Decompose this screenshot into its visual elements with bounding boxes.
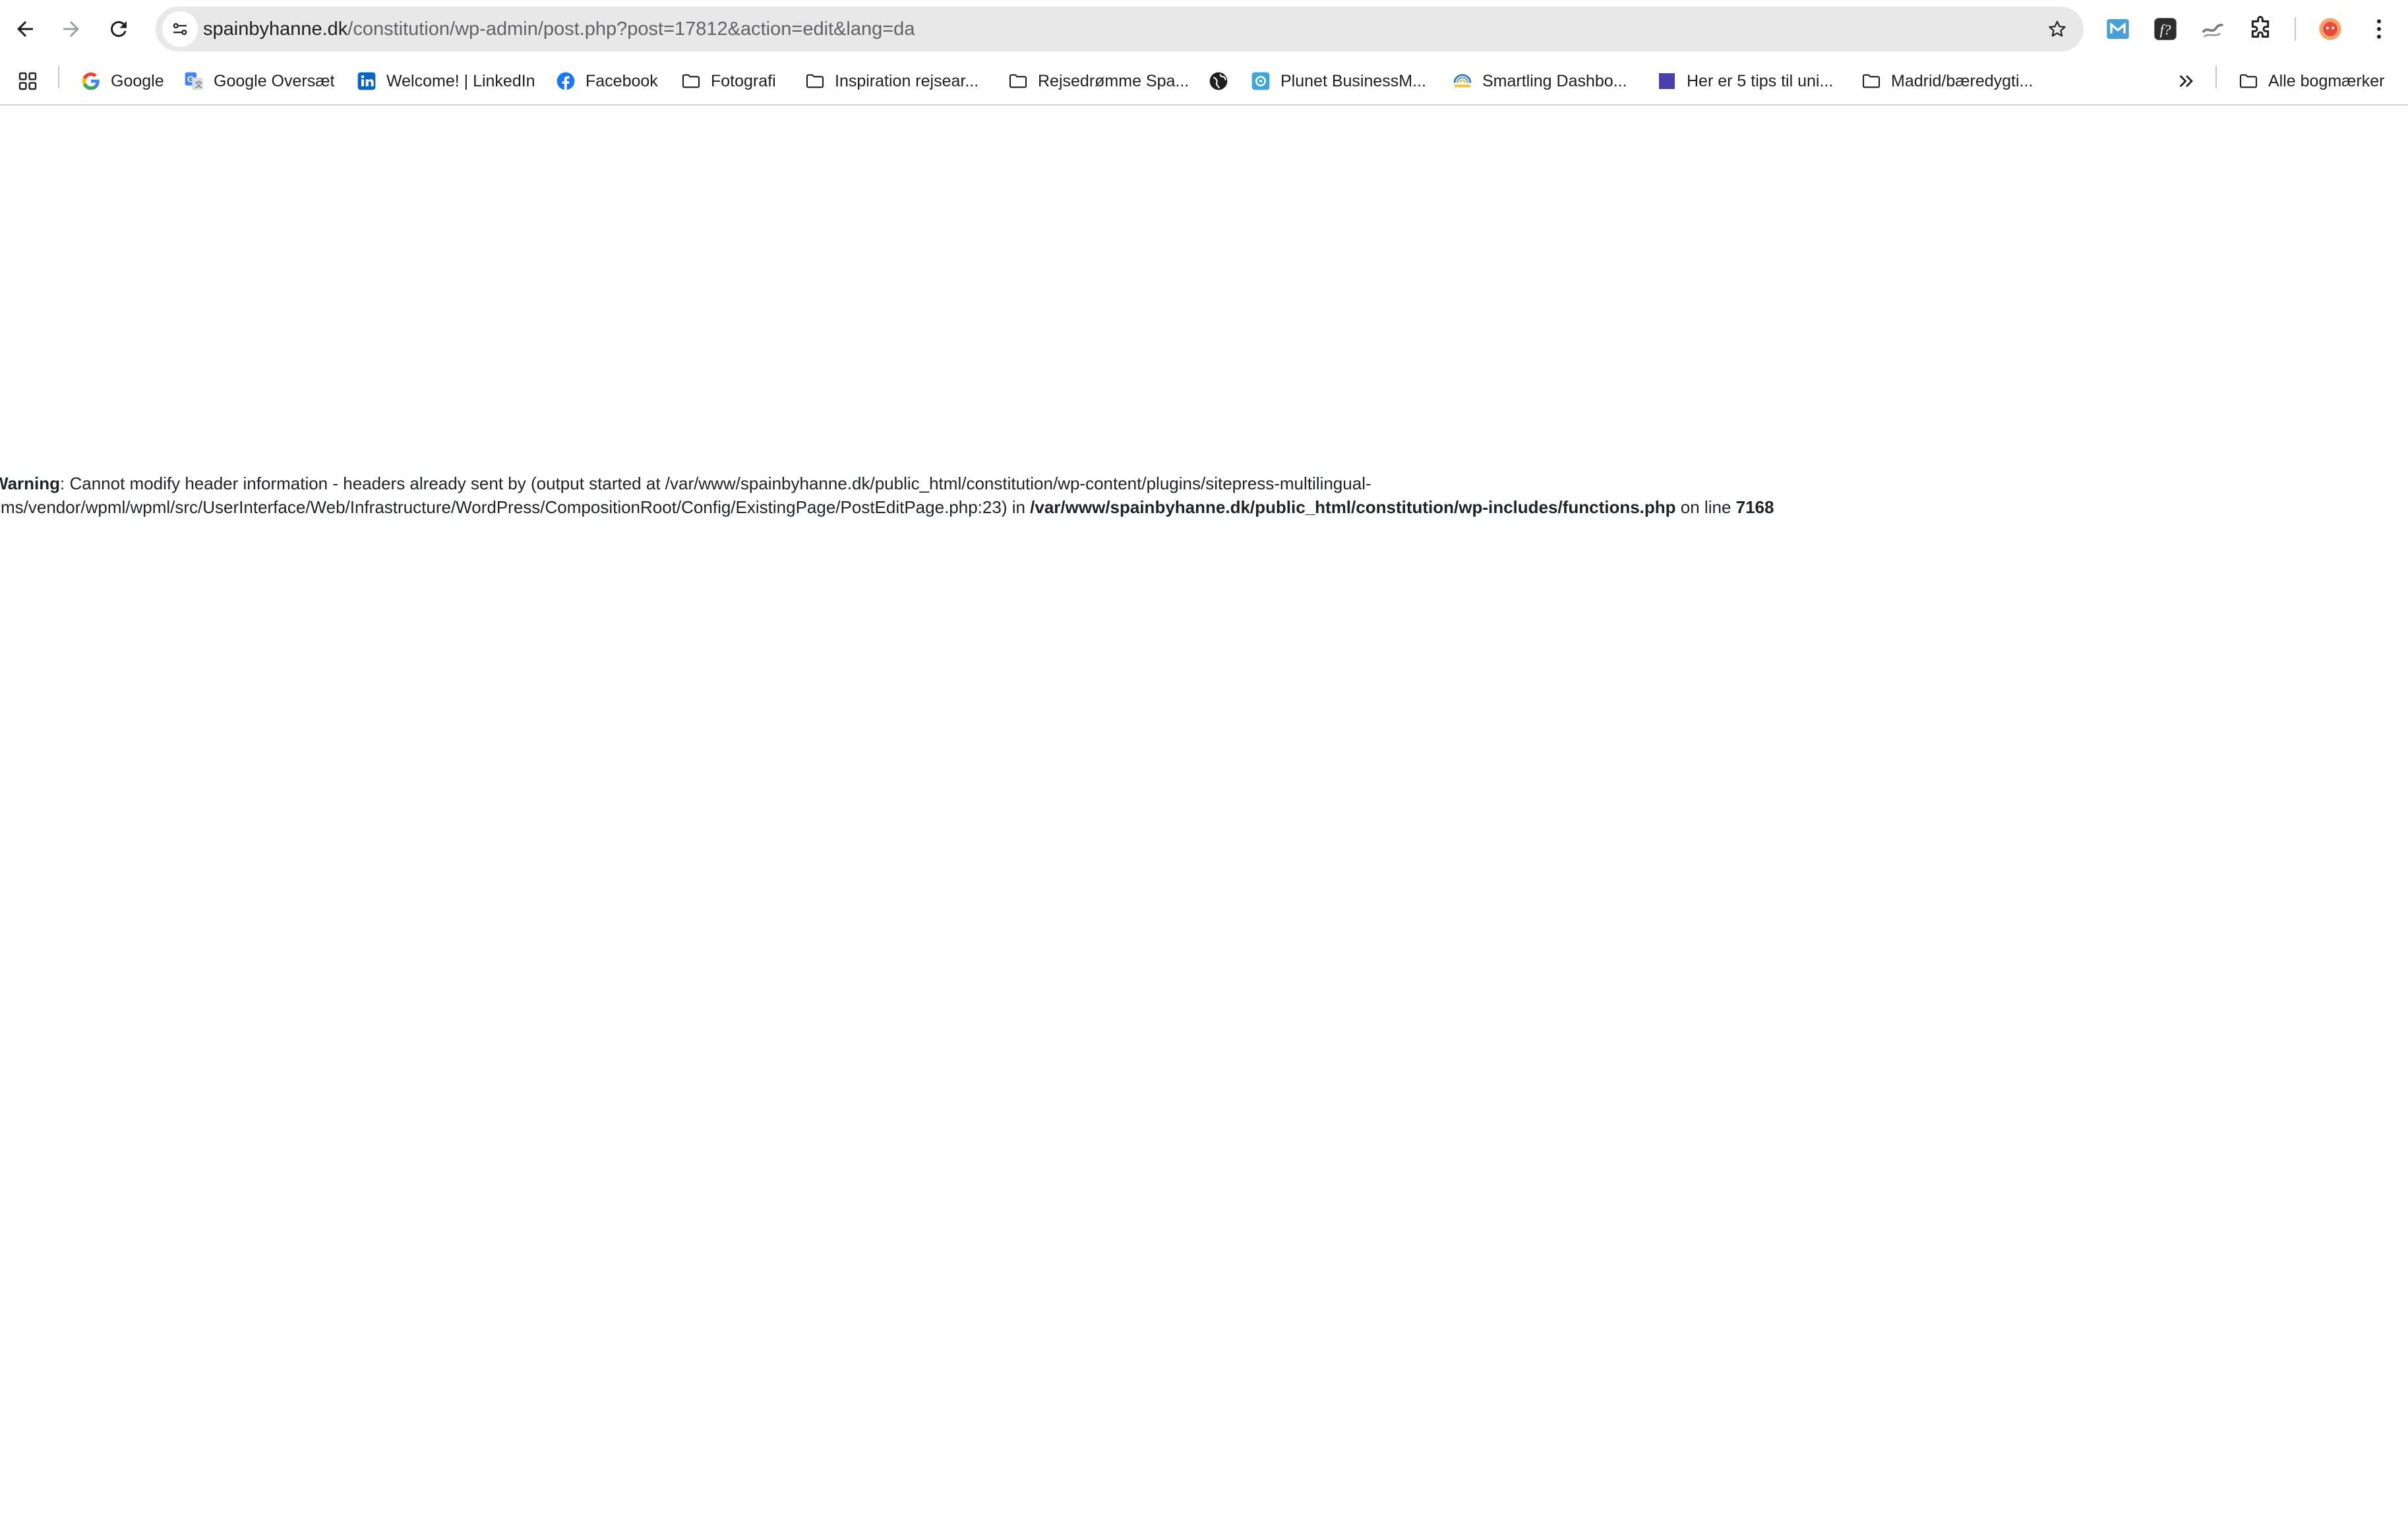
linkedin-icon (356, 71, 377, 92)
back-arrow-icon (17, 21, 33, 37)
browser-window: spainbyhanne.dk/constitution/wp-admin/po… (0, 0, 2408, 1534)
bookmark-label: Fotografi (711, 71, 776, 90)
bookmark-linkedin[interactable]: Welcome! | LinkedIn (356, 65, 535, 98)
forward-button[interactable] (51, 9, 91, 49)
bookmark-facebook[interactable]: Facebook (555, 65, 658, 98)
warning-file-path: /var/www/spainbyhanne.dk/public_html/con… (1030, 497, 1676, 517)
php-warning-message: Warning: Cannot modify header informatio… (0, 472, 1904, 519)
bookmark-google[interactable]: Google (80, 65, 164, 98)
address-bar[interactable]: spainbyhanne.dk/constitution/wp-admin/po… (156, 7, 2084, 51)
folder-icon (2238, 71, 2259, 92)
folder-icon (1008, 71, 1029, 92)
browser-toolbar: spainbyhanne.dk/constitution/wp-admin/po… (0, 0, 2408, 58)
url-host: spainbyhanne.dk (203, 18, 348, 40)
all-bookmarks-button[interactable]: Alle bogmærker (2238, 65, 2384, 98)
folder-icon (804, 71, 826, 92)
chevron-double-right-icon (2176, 71, 2197, 92)
extensions-button[interactable] (2244, 13, 2276, 45)
bookmark-globe[interactable] (1208, 65, 1238, 98)
bookmark-smartling[interactable]: Smartling Dashbo... (1452, 65, 1627, 98)
f-extension-icon: f? (2154, 18, 2177, 40)
puzzle-extensions-icon (2251, 16, 2270, 38)
bookmarks-separator (2215, 66, 2217, 88)
all-bookmarks-label: Alle bogmærker (2268, 71, 2385, 90)
m-extension-button[interactable] (2102, 13, 2134, 45)
forward-arrow-icon (63, 21, 79, 37)
swirl-extension-button[interactable] (2197, 13, 2229, 45)
globe-icon (1208, 71, 1229, 92)
bookmark-label: Inspiration rejsear... (835, 71, 979, 90)
google-translate-icon: G文 (183, 71, 204, 92)
browser-menu-button[interactable] (2363, 13, 2395, 45)
reload-icon (111, 20, 127, 37)
facebook-icon (555, 71, 576, 92)
site-info-button[interactable] (162, 11, 198, 47)
bookmarks-separator (58, 66, 59, 88)
bookmark-label: Her er 5 tips til uni... (1687, 71, 1834, 90)
bookmark-plunet[interactable]: Plunet BusinessM... (1250, 65, 1426, 98)
bookmark-google-translate[interactable]: G文 Google Oversæt (183, 65, 334, 98)
bookmark-label: Smartling Dashbo... (1482, 71, 1627, 90)
f-extension-button[interactable]: f? (2150, 13, 2181, 45)
bookmarks-overflow-button[interactable] (2176, 65, 2206, 98)
profile-avatar-icon (2319, 18, 2341, 40)
purple-square-icon (1656, 71, 1677, 92)
svg-text:f?: f? (2160, 22, 2171, 38)
bookmark-folder-madrid[interactable]: Madrid/bæredygti... (1861, 65, 2033, 98)
profile-button[interactable] (2314, 13, 2346, 45)
bookmark-label: Plunet BusinessM... (1280, 71, 1426, 90)
m-extension-icon (2107, 19, 2129, 39)
bookmark-folder-fotografi[interactable]: Fotografi (680, 65, 776, 98)
swirl-extension-icon (2202, 24, 2224, 38)
bookmark-label: Facebook (586, 71, 658, 90)
folder-icon (1861, 71, 1882, 92)
apps-button[interactable] (17, 65, 47, 98)
kebab-menu-icon (2377, 19, 2381, 39)
reload-button[interactable] (99, 9, 138, 49)
warning-text-line: on line (1675, 497, 1736, 517)
bookmark-tips[interactable]: Her er 5 tips til uni... (1656, 65, 1833, 98)
toolbar-divider (2295, 17, 2296, 41)
star-icon (2049, 20, 2066, 37)
warning-line-number: 7168 (1735, 497, 1774, 517)
bookmark-label: Welcome! | LinkedIn (386, 71, 535, 90)
url-text[interactable]: spainbyhanne.dk/constitution/wp-admin/po… (203, 7, 915, 51)
google-icon (80, 71, 102, 92)
url-path: /constitution/wp-admin/post.php?post=178… (347, 18, 915, 40)
site-settings-icon (173, 22, 187, 35)
svg-text:文: 文 (195, 79, 202, 89)
plunet-icon (1250, 71, 1271, 92)
bookmarks-bar: Google G文 Google Oversæt Welcome! | Link… (0, 58, 2408, 106)
bookmark-label: Google (111, 71, 164, 90)
folder-icon (680, 71, 702, 92)
apps-grid-icon (17, 71, 38, 92)
warning-label: Warning (0, 474, 61, 493)
bookmark-label: Rejsedrømme Spa... (1038, 71, 1189, 90)
back-button[interactable] (5, 9, 45, 49)
bookmark-folder-rejsedromme[interactable]: Rejsedrømme Spa... (1008, 65, 1189, 98)
smartling-icon (1452, 71, 1473, 92)
bookmark-label: Google Oversæt (214, 71, 335, 90)
page-content: Warning: Cannot modify header informatio… (0, 106, 2408, 1534)
bookmark-star-button[interactable] (2043, 15, 2072, 44)
bookmark-folder-inspiration[interactable]: Inspiration rejsear... (804, 65, 978, 98)
bookmark-label: Madrid/bæredygti... (1891, 71, 2033, 90)
